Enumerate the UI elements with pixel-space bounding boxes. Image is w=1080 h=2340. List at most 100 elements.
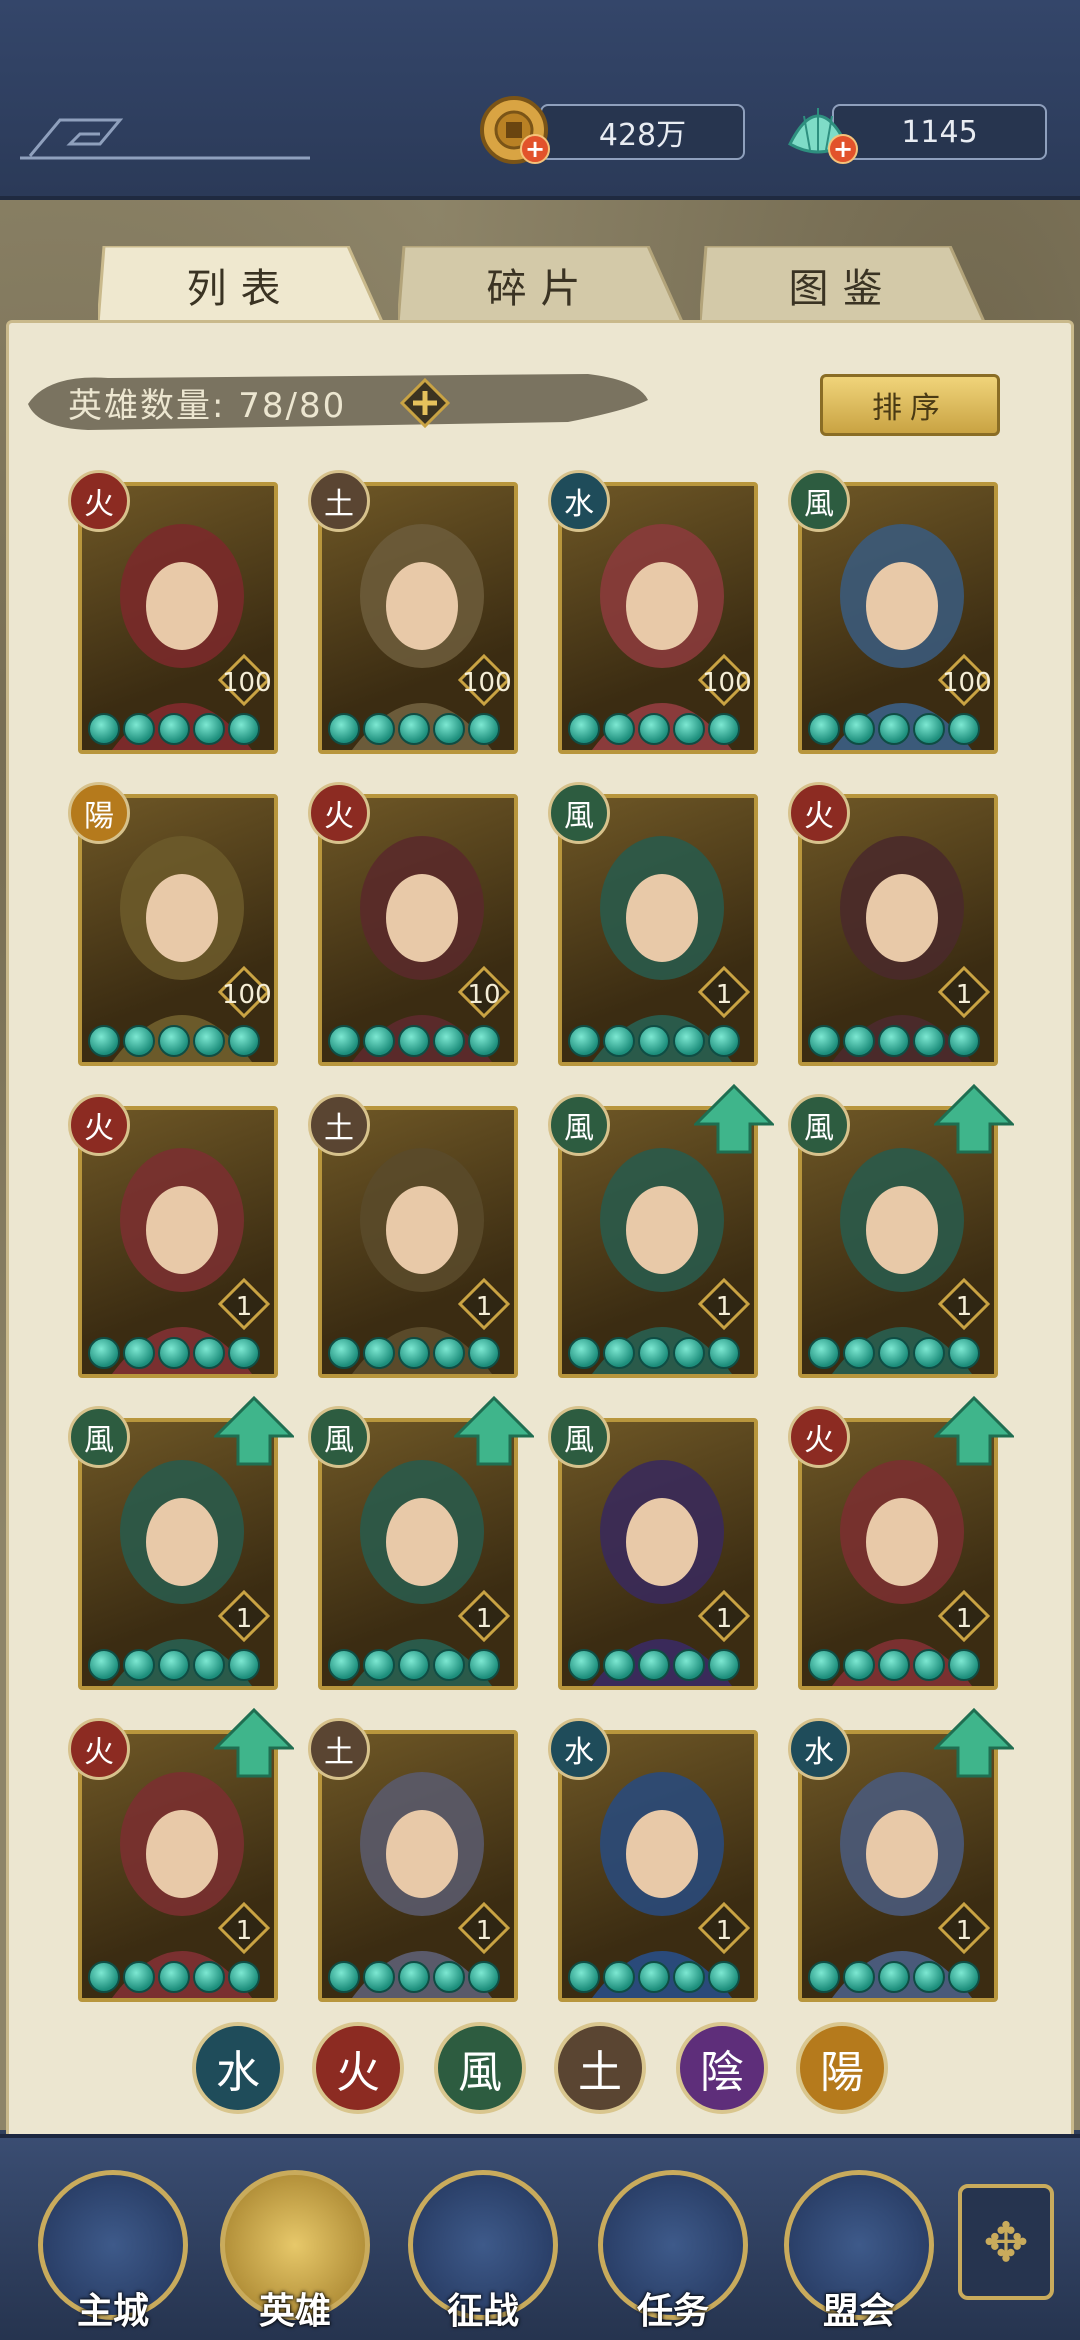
star-icon xyxy=(363,1961,395,1993)
star-row xyxy=(328,710,508,748)
star-row xyxy=(808,710,988,748)
star-icon xyxy=(708,1337,740,1369)
star-icon xyxy=(433,1025,465,1057)
upgrade-available-arrow-icon xyxy=(454,1396,534,1466)
star-icon xyxy=(228,1337,260,1369)
star-icon xyxy=(878,1649,910,1681)
upgrade-available-arrow-icon xyxy=(214,1708,294,1778)
hero-element-badge: 風 xyxy=(548,1094,610,1156)
hero-level: 10 xyxy=(467,980,501,1010)
star-row xyxy=(808,1334,988,1372)
star-icon xyxy=(158,1025,190,1057)
hero-level: 1 xyxy=(715,1292,733,1322)
star-icon xyxy=(638,1025,670,1057)
star-row xyxy=(808,1022,988,1060)
element-filter-button[interactable]: 陽 xyxy=(796,2022,888,2114)
star-icon xyxy=(843,1337,875,1369)
star-icon xyxy=(433,1337,465,1369)
star-icon xyxy=(808,713,840,745)
star-row xyxy=(88,710,268,748)
star-icon xyxy=(123,713,155,745)
star-icon xyxy=(878,1025,910,1057)
nav-label: 征战 xyxy=(446,2291,519,2332)
hero-element-badge: 風 xyxy=(788,470,850,532)
star-icon xyxy=(568,1961,600,1993)
star-icon xyxy=(158,1649,190,1681)
star-icon xyxy=(708,713,740,745)
star-icon xyxy=(88,1961,120,1993)
hero-level: 100 xyxy=(702,668,752,698)
star-row xyxy=(328,1334,508,1372)
hero-level: 100 xyxy=(222,980,272,1010)
hero-level: 100 xyxy=(222,668,272,698)
star-row xyxy=(808,1958,988,1996)
star-icon xyxy=(123,1025,155,1057)
hero-element-badge: 風 xyxy=(308,1406,370,1468)
star-icon xyxy=(398,713,430,745)
hero-element-badge: 火 xyxy=(68,1094,130,1156)
star-icon xyxy=(913,713,945,745)
star-icon xyxy=(468,1649,500,1681)
hero-level: 1 xyxy=(955,1292,973,1322)
star-icon xyxy=(603,1025,635,1057)
star-icon xyxy=(913,1337,945,1369)
star-icon xyxy=(603,713,635,745)
star-icon xyxy=(568,713,600,745)
star-icon xyxy=(193,1961,225,1993)
element-filter-button[interactable]: 土 xyxy=(554,2022,646,2114)
star-icon xyxy=(568,1337,600,1369)
star-icon xyxy=(123,1649,155,1681)
star-icon xyxy=(363,1025,395,1057)
star-icon xyxy=(433,713,465,745)
element-filter-button[interactable]: 水 xyxy=(192,2022,284,2114)
star-icon xyxy=(638,1337,670,1369)
star-icon xyxy=(948,1649,980,1681)
star-icon xyxy=(158,1337,190,1369)
hero-element-badge: 風 xyxy=(788,1094,850,1156)
hero-level: 1 xyxy=(235,1292,253,1322)
star-icon xyxy=(673,713,705,745)
hero-element-badge: 土 xyxy=(308,1718,370,1780)
hero-level: 1 xyxy=(475,1292,493,1322)
star-icon xyxy=(328,1025,360,1057)
star-icon xyxy=(568,1025,600,1057)
star-icon xyxy=(673,1337,705,1369)
element-filter-button[interactable]: 風 xyxy=(434,2022,526,2114)
star-icon xyxy=(228,1025,260,1057)
star-icon xyxy=(158,713,190,745)
star-icon xyxy=(843,1961,875,1993)
hero-element-badge: 水 xyxy=(548,1718,610,1780)
star-icon xyxy=(708,1961,740,1993)
star-icon xyxy=(328,1337,360,1369)
hero-element-badge: 火 xyxy=(788,782,850,844)
hero-element-badge: 火 xyxy=(68,470,130,532)
upgrade-available-arrow-icon xyxy=(694,1084,774,1154)
star-icon xyxy=(878,1961,910,1993)
hero-level: 1 xyxy=(955,1916,973,1946)
hero-level: 1 xyxy=(475,1916,493,1946)
star-icon xyxy=(398,1337,430,1369)
star-icon xyxy=(193,1025,225,1057)
more-menu-icon[interactable]: ✥ xyxy=(958,2184,1054,2300)
star-row xyxy=(568,1646,748,1684)
element-filter-button[interactable]: 陰 xyxy=(676,2022,768,2114)
element-filter-button[interactable]: 火 xyxy=(312,2022,404,2114)
star-icon xyxy=(843,1025,875,1057)
nav-label: 盟会 xyxy=(822,2291,895,2332)
star-icon xyxy=(673,1649,705,1681)
star-icon xyxy=(913,1961,945,1993)
star-row xyxy=(88,1646,268,1684)
star-icon xyxy=(228,1649,260,1681)
star-icon xyxy=(913,1649,945,1681)
hero-level: 1 xyxy=(235,1916,253,1946)
star-icon xyxy=(398,1649,430,1681)
upgrade-available-arrow-icon xyxy=(934,1084,1014,1154)
nav-label: 任务 xyxy=(636,2291,709,2332)
star-icon xyxy=(398,1961,430,1993)
star-row xyxy=(568,1022,748,1060)
hero-level: 100 xyxy=(942,668,992,698)
star-icon xyxy=(638,713,670,745)
star-icon xyxy=(193,1337,225,1369)
hero-element-badge: 土 xyxy=(308,470,370,532)
star-icon xyxy=(673,1025,705,1057)
